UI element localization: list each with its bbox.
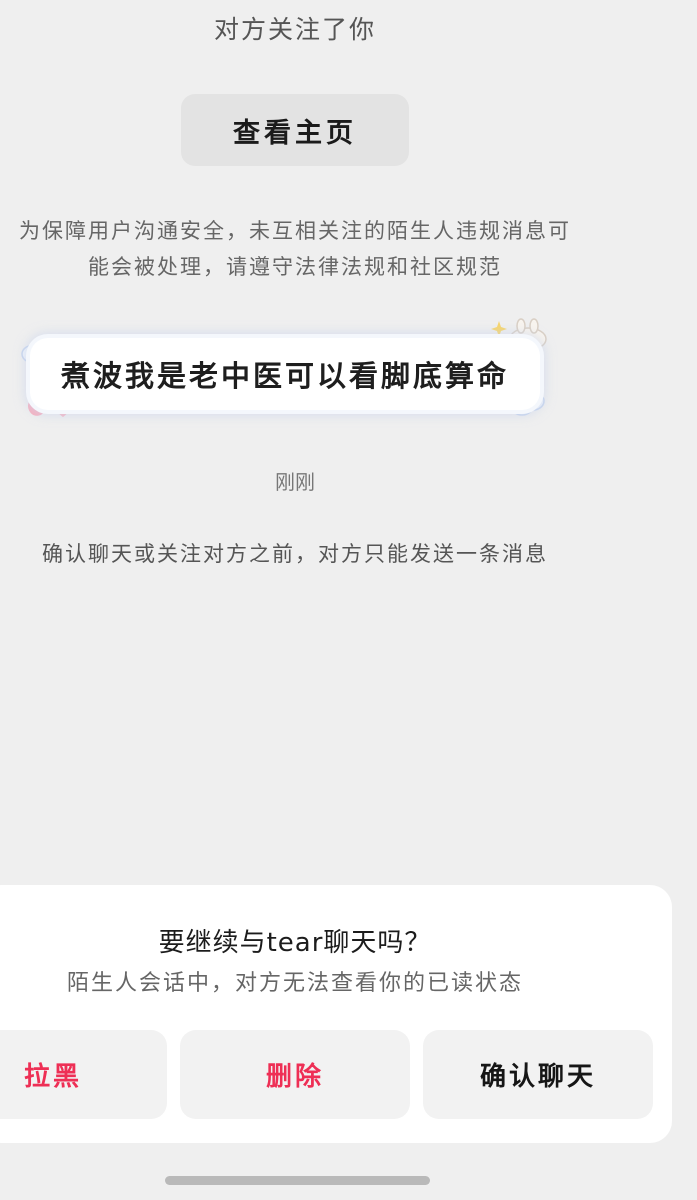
message-bubble-wrapper: 煮波我是老中医可以看脚底算命 — [20, 318, 550, 426]
block-button-label: 拉黑 — [24, 1062, 83, 1092]
message-bubble[interactable]: 煮波我是老中医可以看脚底算命 — [30, 338, 540, 410]
home-indicator[interactable] — [165, 1176, 430, 1185]
safety-notice-line-2: 能会被处理，请遵守法律法规和社区规范 — [88, 255, 502, 279]
sheet-subtitle: 陌生人会话中，对方无法查看你的已读状态 — [66, 971, 523, 996]
safety-notice-line-1: 为保障用户沟通安全，未互相关注的陌生人违规消息可 — [19, 219, 571, 243]
follow-notice: 对方关注了你 — [213, 15, 376, 44]
block-button[interactable]: 拉黑 — [0, 1030, 167, 1119]
view-profile-button[interactable]: 查看主页 — [181, 94, 409, 166]
message-limit-notice: 确认聊天或关注对方之前，对方只能发送一条消息 — [42, 542, 548, 566]
message-timestamp: 刚刚 — [275, 470, 315, 494]
confirm-chat-button[interactable]: 确认聊天 — [423, 1030, 653, 1119]
delete-button-label: 删除 — [265, 1062, 324, 1092]
delete-button[interactable]: 删除 — [180, 1030, 410, 1119]
safety-notice: 为保障用户沟通安全，未互相关注的陌生人违规消息可 能会被处理，请遵守法律法规和社… — [0, 213, 590, 285]
sheet-title: 要继续与tear聊天吗？ — [158, 928, 432, 958]
confirm-chat-button-label: 确认聊天 — [479, 1062, 596, 1092]
message-text: 煮波我是老中医可以看脚底算命 — [60, 359, 509, 393]
